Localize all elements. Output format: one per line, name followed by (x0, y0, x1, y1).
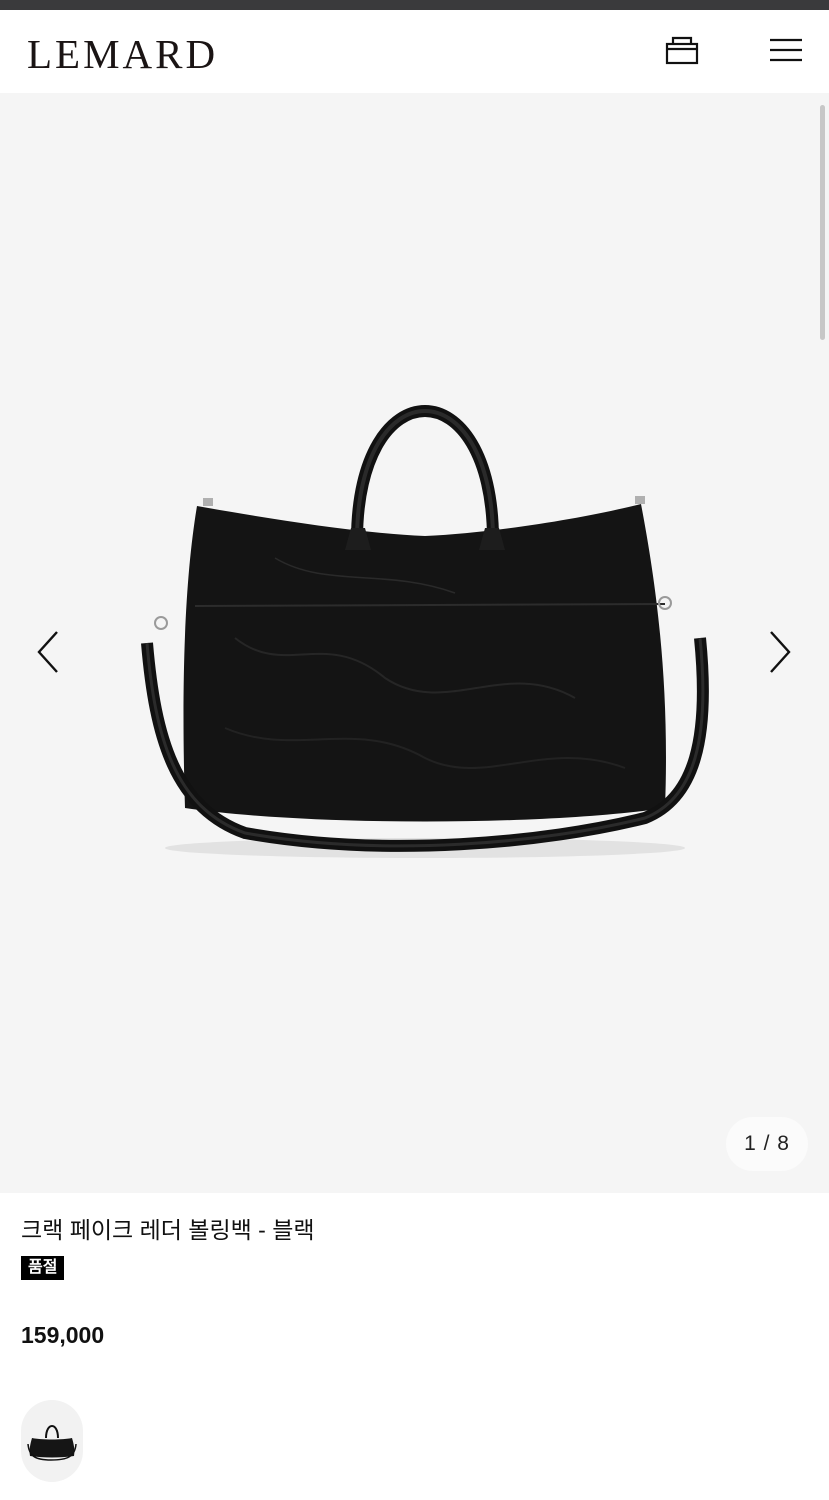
image-counter: 1 / 8 (726, 1117, 808, 1171)
product-price: 159,000 (21, 1322, 105, 1348)
color-swatch-thumbnail[interactable] (21, 1400, 83, 1482)
bag-thumbnail-image (27, 1425, 77, 1461)
image-counter-text: 1 / 8 (744, 1132, 790, 1155)
hamburger-menu-icon (770, 38, 802, 62)
chevron-right-icon (770, 631, 791, 673)
next-image-button[interactable] (765, 628, 795, 676)
product-title: 크랙 페이크 레더 볼링백 - 블랙 (21, 1217, 315, 1243)
site-header: LEMARD (0, 10, 829, 93)
status-bar (0, 0, 829, 10)
brand-logo[interactable]: LEMARD (27, 32, 218, 76)
chevron-left-icon (37, 631, 58, 673)
product-image-carousel[interactable]: 1 / 8 (0, 93, 829, 1193)
product-info: 크랙 페이크 레더 볼링백 - 블랙 품절 (21, 1213, 811, 1280)
cart-button[interactable] (662, 32, 702, 72)
previous-image-button[interactable] (33, 628, 63, 676)
product-image (141, 405, 709, 858)
shopping-bag-icon (665, 36, 699, 65)
page-scrollbar[interactable] (820, 105, 825, 340)
sold-out-badge: 품절 (21, 1256, 65, 1280)
menu-button[interactable] (766, 34, 806, 70)
